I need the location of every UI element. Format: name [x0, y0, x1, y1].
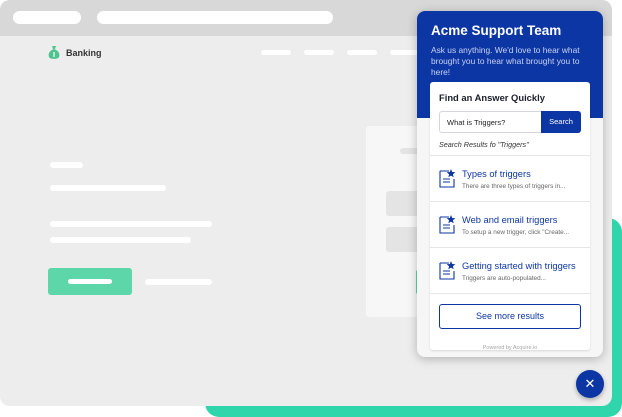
result-item[interactable]: Getting started with triggers Triggers a… [430, 247, 590, 293]
article-star-icon [439, 261, 456, 280]
support-widget: Acme Support Team Ask us anything. We'd … [417, 11, 603, 357]
stage: Banking Acme Support Team Ask us anythin… [0, 0, 622, 417]
article-star-icon [439, 169, 456, 188]
result-title[interactable]: Web and email triggers [462, 215, 557, 225]
search-input[interactable]: What is Triggers? [439, 111, 541, 133]
result-title[interactable]: Types of triggers [462, 169, 531, 179]
content-placeholder [50, 162, 83, 168]
nav-link-placeholder[interactable] [390, 50, 420, 55]
powered-by-label[interactable]: Powered by Acquire.io [417, 345, 603, 351]
result-title[interactable]: Getting started with triggers [462, 261, 576, 271]
result-description: Triggers are auto-populated... [462, 275, 546, 282]
result-description: There are three types of triggers in... [462, 183, 566, 190]
result-description: To setup a new trigger, click "Create... [462, 229, 570, 236]
browser-address-placeholder [97, 11, 333, 24]
see-more-button[interactable]: See more results [439, 304, 581, 329]
result-item[interactable]: Web and email triggers To setup a new tr… [430, 201, 590, 247]
cta-label-placeholder [68, 279, 112, 284]
money-bag-icon [48, 46, 60, 59]
answer-card: Find an Answer Quickly What is Triggers?… [430, 82, 590, 350]
content-placeholder [50, 237, 191, 243]
see-more-section: See more results [430, 293, 590, 350]
site-brand[interactable]: Banking [48, 46, 102, 60]
results-caption: Search Results fo "Triggers" [439, 140, 529, 149]
content-placeholder [50, 221, 212, 227]
nav-link-placeholder[interactable] [261, 50, 291, 55]
site-brand-name: Banking [66, 48, 102, 58]
article-star-icon [439, 215, 456, 234]
close-widget-button[interactable]: ✕ [576, 370, 604, 398]
content-placeholder [50, 185, 166, 191]
cta-button-placeholder[interactable] [48, 268, 132, 295]
close-icon: ✕ [584, 376, 596, 391]
widget-title: Acme Support Team [431, 23, 562, 38]
search-button[interactable]: Search [541, 111, 581, 133]
widget-subtitle: Ask us anything. We'd love to hear what … [431, 45, 580, 77]
result-item[interactable]: Types of triggers There are three types … [430, 155, 590, 201]
nav-link-placeholder[interactable] [304, 50, 334, 55]
browser-tab-placeholder [13, 11, 81, 24]
answer-section-title: Find an Answer Quickly [439, 92, 545, 103]
nav-link-placeholder[interactable] [347, 50, 377, 55]
content-placeholder [145, 279, 212, 285]
